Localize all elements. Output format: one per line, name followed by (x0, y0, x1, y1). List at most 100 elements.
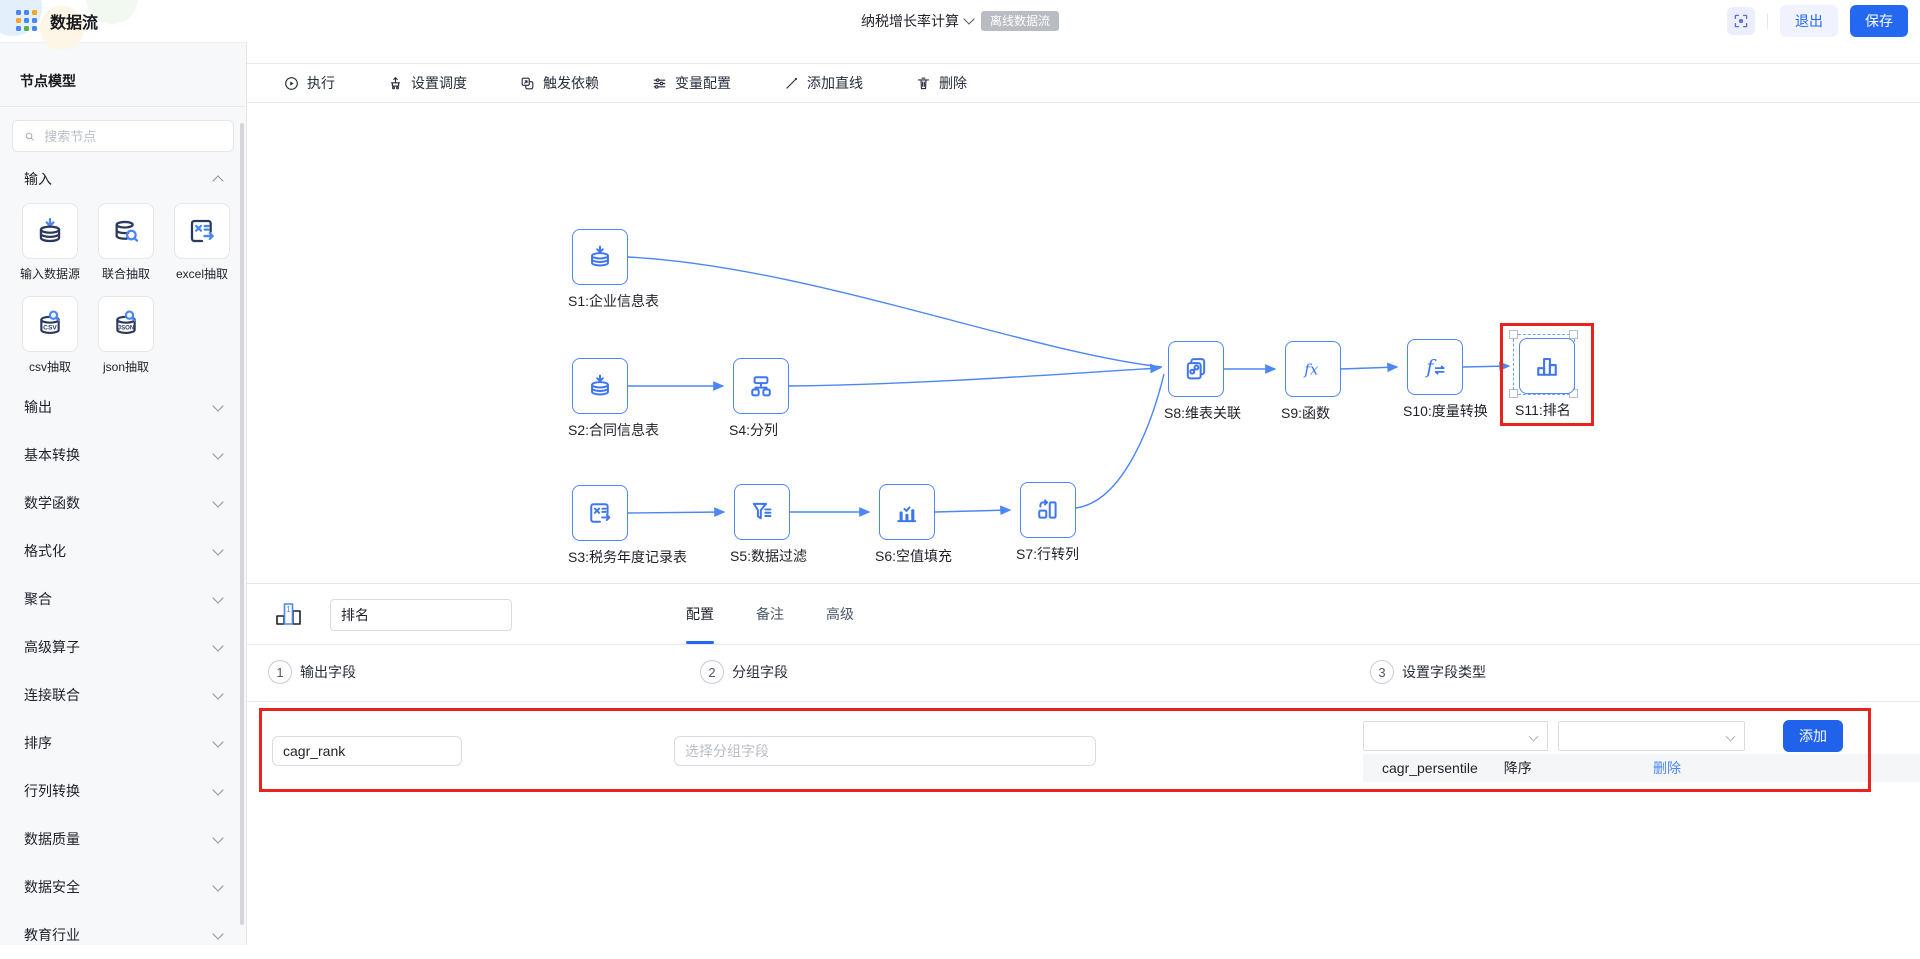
section-label: 教育行业 (24, 927, 80, 943)
edge-s3-s5[interactable] (627, 507, 726, 518)
edge-s4-s8[interactable] (788, 363, 1162, 387)
selection-handle[interactable] (1509, 330, 1518, 339)
fit-view-button[interactable] (1727, 7, 1755, 35)
chevron-down-icon (963, 13, 975, 25)
node-config-panel: 1 配置 备注 高级 1 输出字段 2 分组字段 3 设置字段类型 添加 cag… (247, 583, 1920, 945)
sidebar-section-advanced-operators[interactable]: 高级算子 (0, 623, 246, 671)
tab-notes[interactable]: 备注 (756, 584, 784, 644)
edge-s6-s7[interactable] (934, 505, 1012, 516)
search-node-input[interactable] (42, 127, 223, 145)
node-s3[interactable]: S3:税务年度记录表 (568, 485, 687, 565)
variable-config-button[interactable]: 变量配置 (651, 73, 731, 93)
chevron-down-icon (212, 399, 224, 412)
trigger-dependency-icon (519, 75, 536, 92)
database-download-icon (34, 215, 66, 247)
schedule-button[interactable]: 设置调度 (387, 73, 467, 93)
edge-s1-s8[interactable] (627, 256, 1163, 368)
tab-advanced[interactable]: 高级 (826, 584, 854, 644)
chevron-down-icon (1528, 731, 1539, 742)
run-button[interactable]: 执行 (283, 73, 335, 93)
sidebar-section-sorting[interactable]: 排序 (0, 719, 246, 767)
sidebar-section-row-column-transform[interactable]: 行列转换 (0, 767, 246, 815)
json-extract-icon (110, 308, 142, 340)
sidebar-section-math-functions[interactable]: 数学函数 (0, 479, 246, 527)
sidebar-node-input-datasource[interactable]: 输入数据源 (12, 203, 88, 282)
sidebar-section-data-security[interactable]: 数据安全 (0, 863, 246, 911)
node-s8[interactable]: S8:维表关联 (1164, 341, 1241, 421)
node-s9[interactable]: S9:函数 (1281, 341, 1341, 421)
chevron-down-icon (1725, 731, 1736, 742)
chevron-down-icon (212, 591, 224, 604)
add-line-label: 添加直线 (807, 75, 863, 91)
search-node-input-wrap[interactable] (12, 120, 234, 152)
sidebar-section-formatting[interactable]: 格式化 (0, 527, 246, 575)
section-label: 输出 (24, 399, 52, 415)
sidebar-section-data-quality[interactable]: 数据质量 (0, 815, 246, 863)
sidebar-group-input[interactable]: 输入 (0, 167, 246, 191)
node-s4[interactable]: S4:分列 (729, 358, 789, 438)
field-select[interactable] (1363, 721, 1548, 751)
function-icon (1299, 355, 1327, 383)
search-icon (23, 129, 36, 144)
node-label: S3:税务年度记录表 (568, 549, 688, 565)
section-label: 连接联合 (24, 687, 80, 703)
section-label: 行列转换 (24, 783, 80, 799)
dim-table-join-icon (1182, 355, 1210, 383)
chevron-down-icon (212, 783, 224, 796)
node-s5[interactable]: S5:数据过滤 (730, 484, 807, 564)
flow-name-dropdown[interactable]: 纳税增长率计算 (860, 11, 975, 31)
exit-button[interactable]: 退出 (1780, 5, 1838, 37)
node-name-input[interactable] (330, 599, 512, 631)
group-field-input[interactable] (674, 736, 1096, 766)
node-s11[interactable]: S11:排名 (1515, 338, 1575, 418)
edge-s9-s10[interactable] (1340, 362, 1399, 373)
edge-s7-s8[interactable] (1075, 373, 1165, 509)
sidebar-node-excel-extract[interactable]: excel抽取 (164, 203, 240, 282)
sidebar-section-basic-transform[interactable]: 基本转换 (0, 431, 246, 479)
sidebar-node-label: 联合抽取 (101, 267, 150, 281)
node-s7[interactable]: S7:行转列 (1016, 482, 1079, 562)
flow-name: 纳税增长率计算 (860, 13, 959, 29)
add-line-button[interactable]: 添加直线 (783, 73, 863, 93)
node-s2[interactable]: S2:合同信息表 (568, 358, 659, 438)
chevron-down-icon (212, 543, 224, 556)
app-logo-icon (16, 10, 38, 32)
sidebar-section-join-union[interactable]: 连接联合 (0, 671, 246, 719)
sidebar-title: 节点模型 (0, 43, 246, 107)
excel-extract-icon (186, 215, 218, 247)
sidebar-scrollbar[interactable] (240, 123, 244, 925)
delete-sort-rule-link[interactable]: 删除 (1653, 758, 1681, 778)
node-label: S10:度量转换 (1403, 403, 1488, 419)
output-field-input[interactable] (272, 736, 462, 766)
node-s10[interactable]: S10:度量转换 (1403, 339, 1488, 419)
sort-order-select[interactable] (1558, 721, 1745, 751)
sidebar-node-csv-extract[interactable]: csv抽取 (12, 296, 88, 375)
node-s6[interactable]: S6:空值填充 (875, 484, 952, 564)
step-label: 输出字段 (300, 664, 356, 680)
canvas-toolbar: 执行 设置调度 触发依赖 变量配置 添加直线 删除 (247, 63, 1920, 103)
save-button[interactable]: 保存 (1850, 5, 1908, 37)
measure-convert-icon (1421, 353, 1449, 381)
delete-button[interactable]: 删除 (915, 73, 967, 93)
flow-edges (627, 256, 1511, 518)
tab-config[interactable]: 配置 (686, 584, 714, 644)
selection-handle[interactable] (1509, 389, 1518, 398)
section-label: 数学函数 (24, 495, 80, 511)
sidebar-section-output[interactable]: 输出 (0, 383, 246, 431)
sidebar-section-education-industry[interactable]: 教育行业 (0, 911, 246, 959)
sidebar-node-json-extract[interactable]: json抽取 (88, 296, 164, 375)
add-button[interactable]: 添加 (1783, 720, 1843, 752)
trash-icon (915, 75, 932, 92)
add-line-icon (783, 75, 800, 92)
step-label: 设置字段类型 (1402, 664, 1486, 680)
node-label: S4:分列 (729, 422, 779, 438)
sidebar-group-label: 输入 (24, 171, 52, 187)
trigger-dependency-button[interactable]: 触发依赖 (519, 73, 599, 93)
sidebar-section-aggregation[interactable]: 聚合 (0, 575, 246, 623)
edge-s10-s11[interactable] (1462, 361, 1511, 372)
flow-canvas[interactable]: S1:企业信息表 S2:合同信息表 S3:税务年度记录表 S4:分列 S5:数据… (247, 104, 1920, 583)
chevron-down-icon (212, 735, 224, 748)
database-input-icon (586, 372, 614, 400)
sidebar-node-union-extract[interactable]: 联合抽取 (88, 203, 164, 282)
node-s1[interactable]: S1:企业信息表 (568, 229, 659, 309)
